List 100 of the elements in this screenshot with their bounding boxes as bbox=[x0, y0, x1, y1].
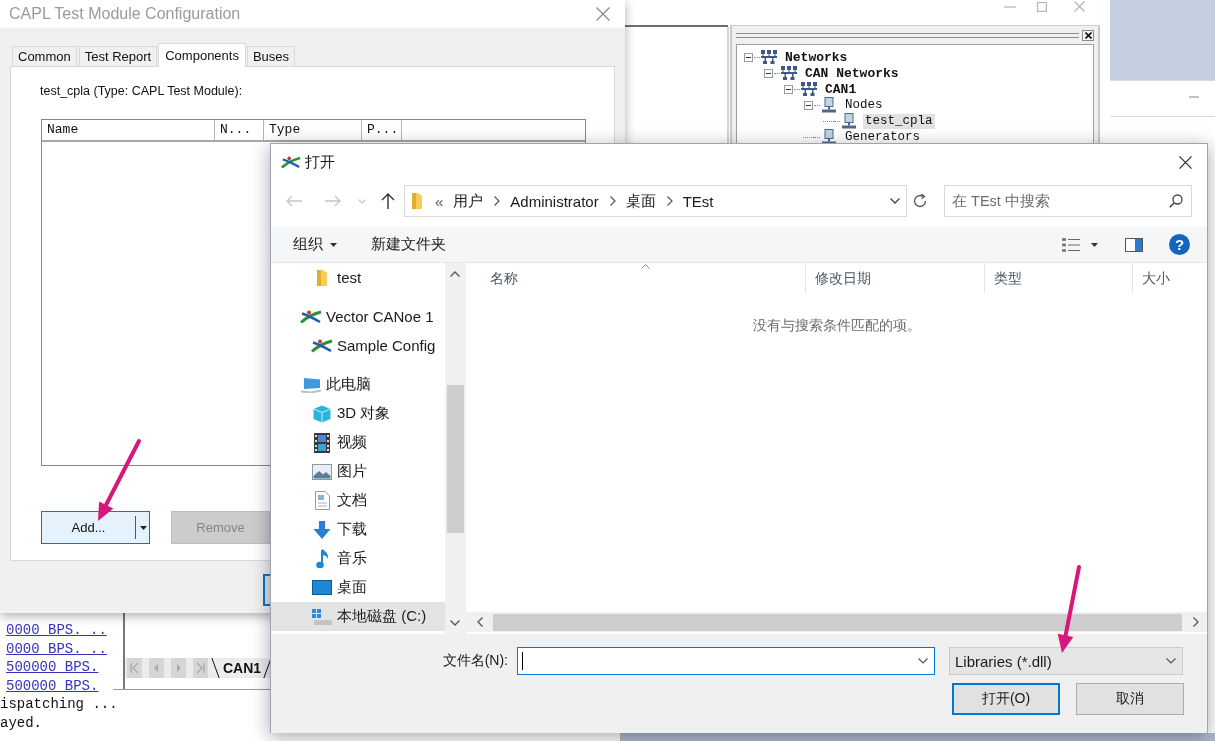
tree-item[interactable]: test_cpla bbox=[863, 113, 935, 129]
nav-item[interactable]: test bbox=[271, 263, 445, 292]
new-folder-button[interactable]: 新建文件夹 bbox=[371, 235, 446, 254]
scroll-up-icon[interactable] bbox=[450, 271, 460, 277]
nav-item[interactable]: 文档 bbox=[271, 486, 445, 515]
tab[interactable]: Components bbox=[158, 43, 246, 67]
refresh-icon[interactable] bbox=[912, 193, 928, 209]
folder-icon bbox=[316, 268, 328, 287]
log-line: ispatching ... bbox=[0, 695, 118, 714]
column-header[interactable]: Name bbox=[42, 120, 215, 140]
caret-icon bbox=[330, 242, 337, 247]
scroll-thumb[interactable] bbox=[446, 385, 464, 533]
nav-item[interactable]: Sample Config bbox=[271, 331, 445, 360]
chevron-right-icon[interactable] bbox=[609, 196, 616, 206]
music-note-icon bbox=[315, 548, 329, 569]
up-arrow-icon[interactable] bbox=[381, 193, 395, 209]
file-type-dropdown[interactable]: Libraries (*.dll) bbox=[949, 647, 1183, 675]
text-cursor-icon bbox=[522, 652, 523, 670]
picture-icon bbox=[312, 463, 332, 480]
logo-icon bbox=[281, 155, 301, 169]
column-header[interactable]: 名称 bbox=[466, 263, 806, 293]
chevron-right-icon[interactable] bbox=[666, 196, 673, 206]
file-name-field[interactable] bbox=[517, 647, 935, 675]
chevron-right-icon[interactable] bbox=[494, 196, 501, 206]
tree-item[interactable]: Generators bbox=[843, 129, 922, 145]
tab[interactable]: Test Report bbox=[78, 46, 158, 66]
log-link[interactable]: 0000 BPS. .. bbox=[0, 639, 107, 659]
breadcrumb-item[interactable]: Administrator bbox=[510, 192, 599, 210]
search-icon[interactable] bbox=[1169, 194, 1183, 208]
logo-icon bbox=[300, 309, 322, 324]
collapse-box-icon[interactable] bbox=[764, 68, 773, 78]
column-header[interactable]: N... bbox=[215, 120, 264, 140]
nav-item[interactable]: 图片 bbox=[271, 457, 445, 486]
computer-icon bbox=[842, 113, 856, 129]
organize-button[interactable]: 组织 bbox=[293, 235, 337, 254]
download-arrow-icon bbox=[313, 520, 331, 539]
address-bar[interactable]: « 用户 Administrator 桌面 TEst bbox=[404, 185, 907, 217]
column-header[interactable]: Type bbox=[264, 120, 362, 140]
desktop-icon bbox=[312, 580, 332, 595]
folder-icon bbox=[411, 192, 423, 210]
scroll-down-icon[interactable] bbox=[450, 620, 460, 626]
search-field[interactable]: 在 TEst 中搜索 bbox=[944, 185, 1192, 217]
computer-icon bbox=[300, 376, 322, 393]
dialog-button[interactable] bbox=[263, 574, 270, 606]
breadcrumb-item[interactable]: 桌面 bbox=[625, 191, 656, 211]
preview-pane-icon[interactable] bbox=[1125, 237, 1143, 252]
breadcrumb-item[interactable]: 用户 bbox=[453, 191, 484, 211]
nav-item[interactable]: 本地磁盘 (C:) bbox=[271, 602, 445, 631]
help-button[interactable]: ? bbox=[1169, 234, 1190, 255]
network-icon bbox=[761, 50, 777, 64]
nav-item[interactable]: Vector CANoe 1 bbox=[271, 302, 445, 331]
scroll-right-icon[interactable] bbox=[1193, 617, 1199, 627]
nav-item[interactable]: 3D 对象 bbox=[271, 399, 445, 428]
log-link[interactable]: 500000 BPS. bbox=[0, 658, 99, 677]
caret-icon[interactable] bbox=[1091, 242, 1098, 247]
overflow-chevrons[interactable]: « bbox=[435, 192, 444, 210]
chevron-down-icon[interactable] bbox=[890, 198, 900, 204]
nav-item[interactable]: 音乐 bbox=[271, 544, 445, 573]
empty-message: 没有与搜索条件匹配的项。 bbox=[751, 316, 922, 335]
nav-item[interactable]: 桌面 bbox=[271, 573, 445, 602]
cube-icon bbox=[313, 404, 331, 423]
column-header[interactable]: P... bbox=[362, 120, 402, 140]
network-icon bbox=[801, 82, 817, 96]
nav-item[interactable]: 此电脑 bbox=[271, 370, 445, 399]
film-icon bbox=[314, 432, 330, 453]
log-link[interactable]: 0000 BPS. .. bbox=[0, 621, 107, 640]
panel-close-button[interactable] bbox=[1082, 29, 1094, 41]
open-button[interactable]: 打开(O) bbox=[952, 683, 1060, 715]
column-header[interactable]: 大小 bbox=[1133, 263, 1207, 293]
collapse-box-icon[interactable] bbox=[804, 100, 813, 110]
breadcrumb-item[interactable]: TEst bbox=[682, 192, 714, 210]
window-title: 打开 bbox=[305, 152, 335, 172]
scroll-thumb[interactable] bbox=[493, 613, 1182, 631]
tree-item[interactable]: CAN1 bbox=[823, 81, 859, 97]
scroll-left-icon[interactable] bbox=[477, 617, 483, 627]
chevron-down-icon[interactable] bbox=[918, 658, 928, 664]
tab[interactable]: Buses bbox=[246, 46, 296, 66]
column-header[interactable]: 修改日期 bbox=[806, 263, 985, 293]
chevron-down-icon bbox=[1166, 658, 1176, 664]
module-label: test_cpla (Type: CAPL Test Module): bbox=[40, 84, 244, 98]
log-line: ayed. bbox=[0, 713, 42, 733]
window-title: CAPL Test Module Configuration bbox=[9, 5, 241, 23]
collapse-box-icon[interactable] bbox=[744, 52, 753, 62]
view-list-icon[interactable] bbox=[1062, 237, 1080, 252]
add-button[interactable]: Add... bbox=[41, 511, 150, 544]
tree-item[interactable]: CAN Networks bbox=[803, 65, 901, 81]
close-icon[interactable] bbox=[1179, 155, 1192, 169]
tree-item[interactable]: Networks bbox=[783, 49, 850, 65]
caret-icon[interactable] bbox=[140, 525, 147, 530]
column-header[interactable]: 类型 bbox=[985, 263, 1133, 293]
collapse-box-icon[interactable] bbox=[784, 84, 793, 94]
tree-item[interactable]: Nodes bbox=[843, 97, 885, 113]
vertical-scrollbar[interactable] bbox=[445, 263, 465, 634]
cancel-button[interactable]: 取消 bbox=[1076, 683, 1184, 715]
log-link[interactable]: 500000 BPS. bbox=[0, 676, 99, 696]
nav-item[interactable]: 下载 bbox=[271, 515, 445, 544]
computer-icon bbox=[822, 129, 836, 145]
tab[interactable]: Common bbox=[12, 46, 77, 66]
horizontal-scrollbar[interactable] bbox=[466, 612, 1207, 632]
nav-item[interactable]: 视频 bbox=[271, 428, 445, 457]
